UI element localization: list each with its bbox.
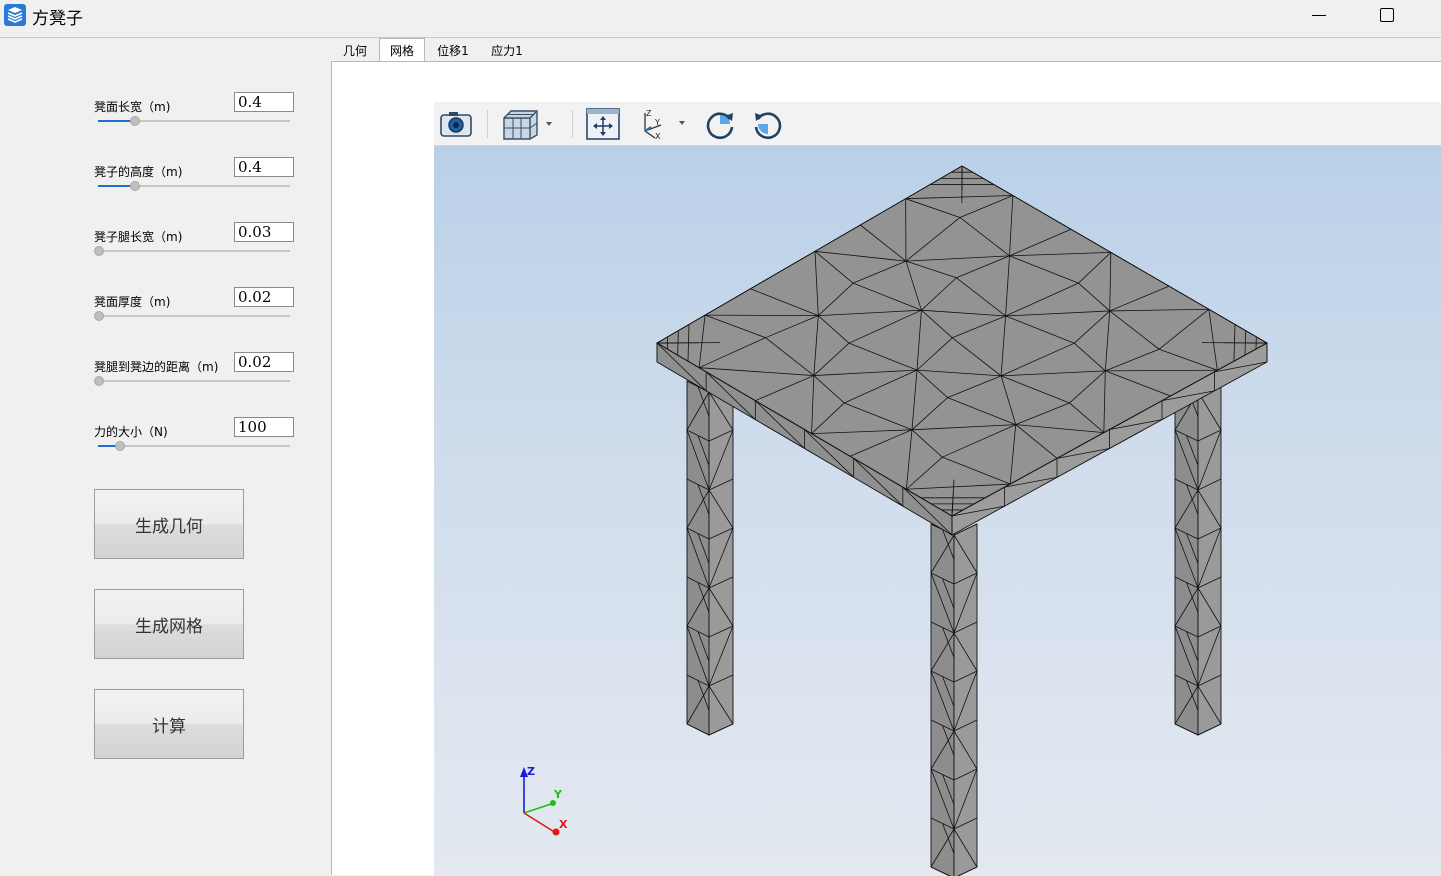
view-cube-button[interactable]	[500, 107, 558, 141]
force-slider[interactable]	[98, 445, 290, 447]
param-label: 凳子的高度（m)	[94, 163, 182, 180]
leg-offset-input[interactable]: 0.02	[234, 352, 294, 372]
tab-mesh[interactable]: 网格	[379, 38, 425, 62]
tab-displacement[interactable]: 位移1	[429, 40, 477, 62]
axis-orientation-icon: Z Y X	[635, 107, 693, 141]
seat-width-input[interactable]: 0.4	[234, 92, 294, 112]
tab-bar: 几何 网格 位移1 应力1	[331, 38, 1441, 62]
slider-thumb[interactable]	[94, 311, 104, 321]
viewer-toolbar: Z Y X	[434, 102, 1441, 146]
rotate-ccw-icon	[751, 107, 785, 141]
svg-text:Y: Y	[654, 118, 660, 127]
param-leg-width: 凳子腿长宽（m) 0.03	[94, 228, 294, 268]
parameter-panel: 凳面长宽（m) 0.4 凳子的高度（m) 0.4 凳子腿长宽（m) 0.03 凳…	[0, 38, 331, 875]
generate-mesh-button[interactable]: 生成网格	[94, 589, 244, 659]
mesh-tab-content: Z Y X	[331, 61, 1441, 875]
view-cube-icon	[501, 108, 557, 140]
maximize-button[interactable]	[1367, 2, 1407, 30]
stool-height-input[interactable]: 0.4	[234, 157, 294, 177]
rotate-clockwise-button[interactable]	[702, 107, 738, 141]
generate-geometry-button[interactable]: 生成几何	[94, 489, 244, 559]
force-input[interactable]: 100	[234, 417, 294, 437]
leg-width-slider[interactable]	[98, 250, 290, 252]
param-label: 凳腿到凳边的距离（m)	[94, 358, 218, 375]
seat-mesh-edge	[1105, 370, 1217, 371]
stool-mesh-model	[434, 146, 1441, 876]
fit-view-button[interactable]	[585, 107, 621, 141]
compute-button[interactable]: 计算	[94, 689, 244, 759]
param-stool-height: 凳子的高度（m) 0.4	[94, 163, 294, 203]
fit-view-icon	[585, 107, 621, 141]
seat-width-slider[interactable]	[98, 120, 290, 122]
mesh-viewport[interactable]: Z Y X	[434, 146, 1441, 876]
param-label: 力的大小（N)	[94, 423, 168, 440]
slider-thumb[interactable]	[115, 441, 125, 451]
axis-y-label: Y	[553, 788, 563, 801]
seat-thickness-input[interactable]: 0.02	[234, 287, 294, 307]
param-label: 凳面长宽（m)	[94, 98, 170, 115]
minimize-icon	[1312, 15, 1326, 16]
title-bar: 方凳子	[0, 0, 1441, 38]
main-area: 几何 网格 位移1 应力1	[331, 38, 1441, 875]
param-seat-thickness: 凳面厚度（m) 0.02	[94, 293, 294, 333]
param-force: 力的大小（N) 100	[94, 423, 294, 463]
minimize-button[interactable]	[1299, 2, 1339, 30]
leg-width-input[interactable]: 0.03	[234, 222, 294, 242]
stool-height-slider[interactable]	[98, 185, 290, 187]
param-label: 凳子腿长宽（m)	[94, 228, 182, 245]
slider-thumb[interactable]	[130, 116, 140, 126]
toolbar-separator	[487, 110, 488, 138]
slider-thumb[interactable]	[94, 376, 104, 386]
seat-mesh-edge	[705, 315, 818, 316]
app-logo-icon	[4, 4, 26, 26]
axis-orientation-button[interactable]: Z Y X	[634, 107, 694, 141]
3d-viewer: Z Y X	[434, 102, 1441, 876]
tab-geometry[interactable]: 几何	[333, 40, 377, 62]
seat-thickness-slider[interactable]	[98, 315, 290, 317]
axis-z-label: Z	[527, 765, 535, 778]
toolbar-separator	[572, 110, 573, 138]
param-label: 凳面厚度（m)	[94, 293, 170, 310]
axis-triad: Z Y X	[514, 761, 574, 841]
leg-offset-slider[interactable]	[98, 380, 290, 382]
window-title: 方凳子	[32, 4, 83, 29]
param-seat-width: 凳面长宽（m) 0.4	[94, 98, 294, 138]
svg-text:X: X	[655, 132, 661, 141]
svg-text:Z: Z	[646, 109, 652, 118]
rotate-counterclockwise-button[interactable]	[750, 107, 786, 141]
tab-stress[interactable]: 应力1	[483, 40, 531, 62]
rotate-cw-icon	[703, 107, 737, 141]
camera-icon	[439, 110, 473, 138]
slider-thumb[interactable]	[94, 246, 104, 256]
slider-thumb[interactable]	[130, 181, 140, 191]
maximize-icon	[1380, 8, 1394, 22]
screenshot-button[interactable]	[438, 107, 474, 141]
axis-x-label: X	[559, 818, 568, 831]
param-leg-offset: 凳腿到凳边的距离（m) 0.02	[94, 358, 294, 398]
